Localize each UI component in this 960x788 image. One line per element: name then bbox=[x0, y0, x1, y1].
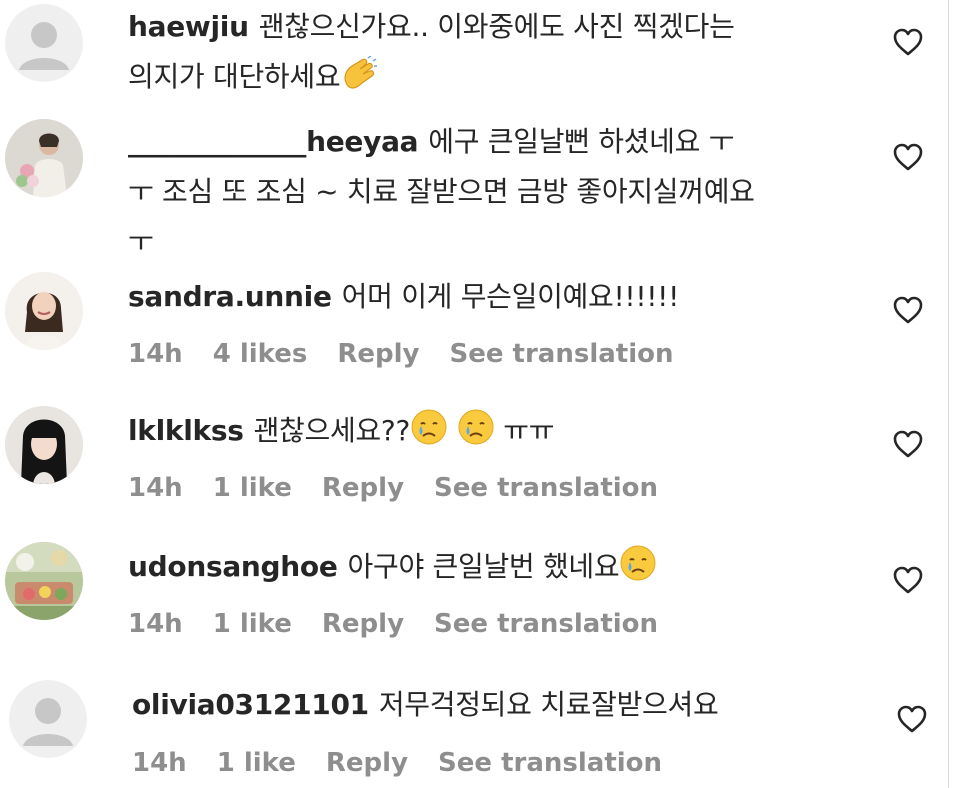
heart-outline-icon[interactable] bbox=[892, 142, 924, 172]
comment-item: olivia03121101 저무걱정되요 치료잘받으셔요 14h 1 like Re… bbox=[0, 680, 948, 788]
comment-timestamp: 14h bbox=[128, 339, 183, 369]
heart-outline-icon[interactable] bbox=[892, 429, 924, 459]
clapping-hands-icon bbox=[340, 55, 378, 108]
avatar-photo bbox=[5, 542, 83, 620]
avatar-photo bbox=[5, 272, 83, 350]
heart-outline-icon[interactable] bbox=[892, 565, 924, 595]
comment-text-line: 에구 큰일날뻔 하셨네요 ㅜ bbox=[428, 125, 735, 158]
avatar[interactable] bbox=[5, 406, 83, 484]
comment-item: udonsanghoe 아구야 큰일날번 했네요 14h 1 like Reply Se… bbox=[0, 542, 948, 672]
comment-meta: 14h 1 like Reply See translation bbox=[132, 748, 692, 778]
comment-timestamp: 14h bbox=[132, 748, 187, 778]
comment-username[interactable]: olivia03121101 bbox=[132, 688, 369, 721]
comment-username[interactable]: haewjiu bbox=[128, 10, 249, 43]
heart-outline-icon[interactable] bbox=[892, 295, 924, 325]
comment-item: sandra.unnie 어머 이게 무슨일이예요!!!!!! 14h 4 like… bbox=[0, 272, 948, 402]
heart-outline-icon[interactable] bbox=[896, 704, 928, 734]
see-translation-button[interactable]: See translation bbox=[434, 609, 658, 639]
crying-face-icon bbox=[619, 544, 657, 598]
comment-item: haewjiu 괜찮으신가요.. 이와중에도 사진 찍겠다는 의지가 대단하세요 bbox=[0, 0, 948, 130]
default-avatar-icon bbox=[5, 4, 83, 82]
comment-body: haewjiu 괜찮으신가요.. 이와중에도 사진 찍겠다는 의지가 대단하세요 bbox=[128, 2, 735, 108]
comment-timestamp: 14h bbox=[128, 609, 183, 639]
comment-text-line: 아구야 큰일날번 했네요 bbox=[347, 550, 620, 583]
comment-text-line: ㅜ 조심 또 조심 ~ 치료 잘받으면 금방 좋아지실꺼예요 bbox=[128, 175, 755, 208]
crying-face-icon bbox=[410, 408, 448, 462]
comment-text-line: 어머 이게 무슨일이예요!!!!!! bbox=[341, 280, 680, 313]
comment-meta: 14h 4 likes Reply See translation bbox=[128, 339, 704, 369]
reply-button[interactable]: Reply bbox=[337, 339, 419, 369]
see-translation-button[interactable]: See translation bbox=[438, 748, 662, 778]
comment-meta: 14h 1 like Reply See translation bbox=[128, 609, 688, 639]
comment-username[interactable]: lklklkss bbox=[128, 414, 244, 447]
comment-body: olivia03121101 저무걱정되요 치료잘받으셔요 bbox=[132, 680, 719, 730]
comment-text-line: 의지가 대단하세요 bbox=[128, 60, 341, 93]
comment-username[interactable]: udonsanghoe bbox=[128, 550, 338, 583]
avatar-photo bbox=[5, 406, 83, 484]
comment-text-line: 괜찮으세요?? bbox=[253, 414, 411, 447]
avatar[interactable] bbox=[5, 542, 83, 620]
comment-username[interactable]: _____________heeyaa bbox=[128, 125, 419, 158]
comment-username[interactable]: sandra.unnie bbox=[128, 280, 332, 313]
reply-button[interactable]: Reply bbox=[326, 748, 408, 778]
avatar[interactable] bbox=[5, 4, 83, 82]
comment-item: _____________heeyaa 에구 큰일날뻔 하셨네요 ㅜ ㅜ 조심 또… bbox=[0, 115, 948, 258]
likes-count-button[interactable]: 1 like bbox=[213, 609, 292, 639]
comment-item: lklklkss 괜찮으세요?? ㅠㅠ 14h 1 like Reply See tra… bbox=[0, 406, 948, 536]
likes-count-button[interactable]: 4 likes bbox=[213, 339, 308, 369]
heart-outline-icon[interactable] bbox=[892, 27, 924, 57]
comment-body: _____________heeyaa 에구 큰일날뻔 하셨네요 ㅜ ㅜ 조심 또… bbox=[128, 117, 755, 267]
avatar-photo bbox=[5, 119, 83, 197]
reply-button[interactable]: Reply bbox=[322, 609, 404, 639]
likes-count-button[interactable]: 1 like bbox=[217, 748, 296, 778]
avatar[interactable] bbox=[9, 680, 87, 758]
comment-text-line: ㅠㅠ bbox=[503, 414, 555, 447]
crying-face-icon bbox=[457, 408, 495, 462]
comment-text-line: 저무걱정되요 치료잘받으셔요 bbox=[378, 688, 719, 721]
comment-timestamp: 14h bbox=[128, 473, 183, 503]
comment-body: lklklkss 괜찮으세요?? ㅠㅠ bbox=[128, 406, 554, 462]
avatar[interactable] bbox=[5, 272, 83, 350]
see-translation-button[interactable]: See translation bbox=[450, 339, 674, 369]
comment-text-line: ㅜ bbox=[128, 225, 154, 258]
comment-body: sandra.unnie 어머 이게 무슨일이예요!!!!!! bbox=[128, 272, 679, 322]
see-translation-button[interactable]: See translation bbox=[434, 473, 658, 503]
default-avatar-icon bbox=[9, 680, 87, 758]
avatar[interactable] bbox=[5, 119, 83, 197]
likes-count-button[interactable]: 1 like bbox=[213, 473, 292, 503]
scrollbar-track[interactable] bbox=[948, 0, 960, 788]
reply-button[interactable]: Reply bbox=[322, 473, 404, 503]
comment-text-line: 괜찮으신가요.. 이와중에도 사진 찍겠다는 bbox=[258, 10, 735, 43]
comment-meta: 14h 1 like Reply See translation bbox=[128, 473, 688, 503]
comment-body: udonsanghoe 아구야 큰일날번 했네요 bbox=[128, 542, 657, 598]
